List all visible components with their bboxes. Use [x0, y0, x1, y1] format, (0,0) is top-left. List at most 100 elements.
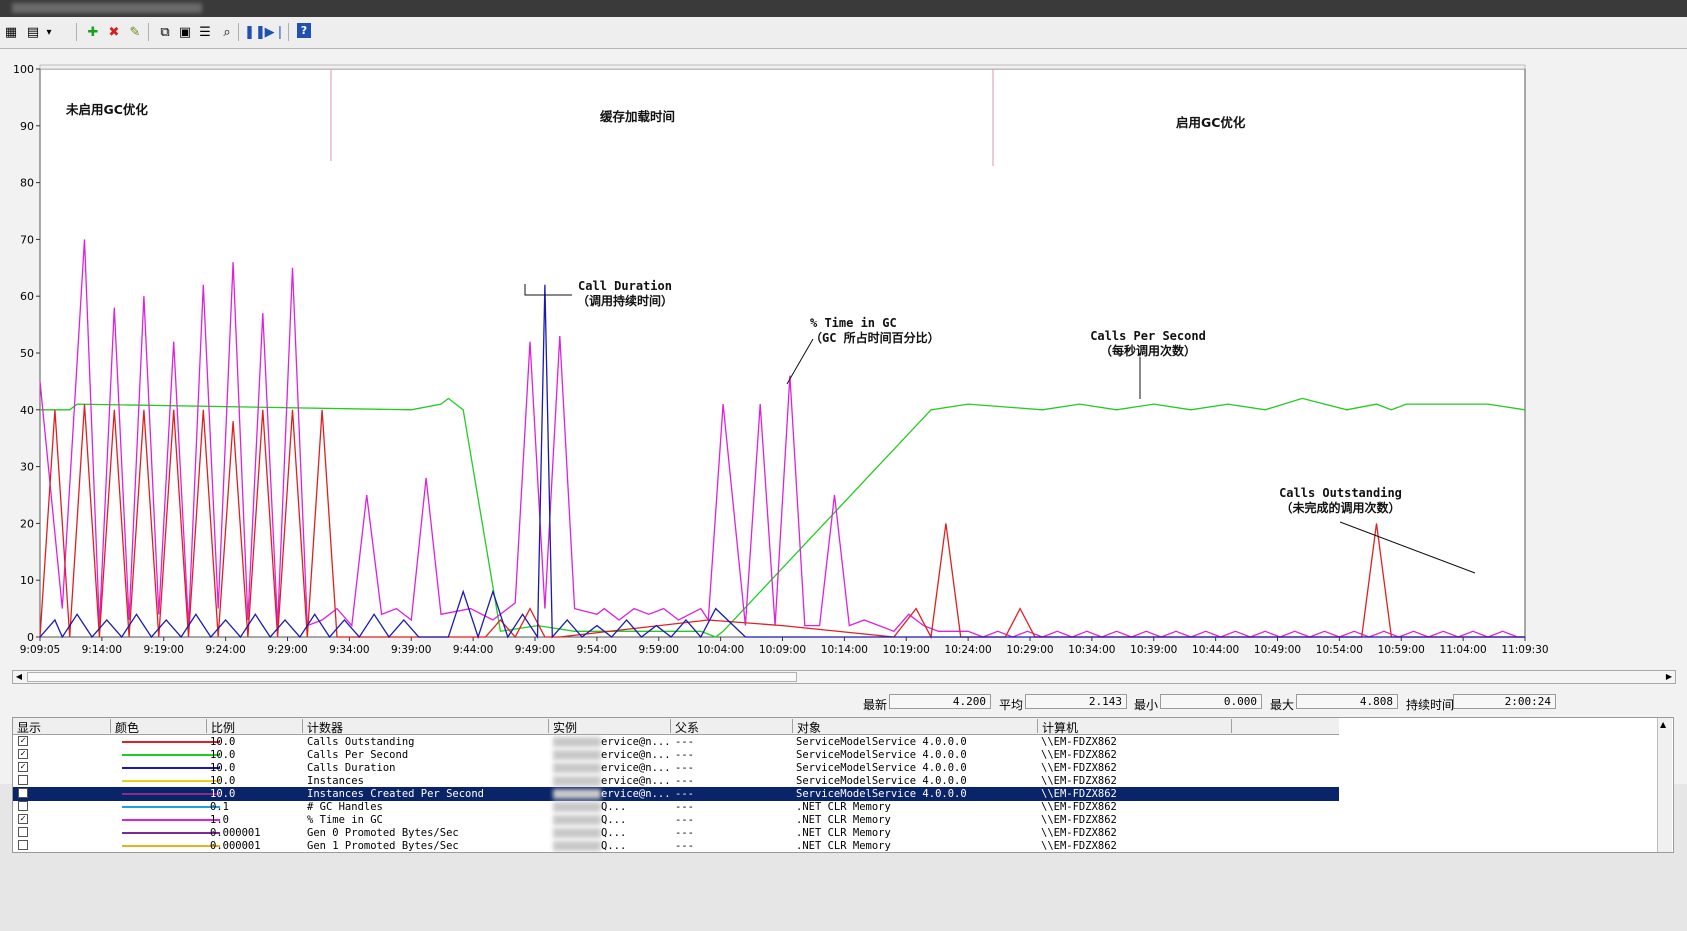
instance-name: Q...: [601, 801, 627, 813]
section-label-no-gc: 未启用GC优化: [66, 102, 148, 117]
update-data-icon[interactable]: ▶❘: [265, 23, 286, 41]
toolbar-separator: [148, 23, 149, 41]
delete-counter-icon[interactable]: ✖: [105, 23, 123, 41]
parent-value: ---: [675, 840, 694, 852]
freeze-display-icon[interactable]: ❚❚: [244, 23, 266, 41]
column-computer[interactable]: 计算机: [1038, 719, 1232, 735]
stat-latest-value: 4.200: [889, 694, 991, 709]
legend-row[interactable]: ✓ 10.0 Calls Outstanding ervice@n... --- Serv…: [13, 735, 1339, 749]
color-swatch: [122, 819, 220, 821]
instance-name: Q...: [601, 840, 627, 852]
chart-area: 100 90 80 70 60 50 40 30 20 10 0 9:09:05 9:14:00 9:19…: [0, 49, 1687, 784]
properties-icon[interactable]: ☰: [196, 23, 214, 41]
scroll-left-icon[interactable]: ◀: [14, 672, 24, 682]
column-color[interactable]: 颜色: [111, 719, 207, 735]
scroll-right-icon[interactable]: ▶: [1664, 672, 1674, 682]
legend-row[interactable]: 10.0 Instances Created Per Second ervice@n…: [13, 787, 1339, 801]
scroll-thumb[interactable]: [27, 672, 797, 682]
instance-name: ervice@n...: [601, 736, 671, 748]
parent-value: ---: [675, 788, 694, 800]
plot-top-band: [39, 64, 1526, 70]
counter-name: Gen 0 Promoted Bytes/Sec: [307, 827, 459, 839]
copy-properties-icon[interactable]: ⧉: [156, 23, 174, 41]
color-swatch: [122, 793, 220, 795]
scroll-up-icon[interactable]: ▲: [1660, 720, 1666, 729]
legend-row[interactable]: 0.000001 Gen 1 Promoted Bytes/Sec Q... ---.…: [13, 839, 1339, 852]
view-current-activity-icon[interactable]: ▦: [2, 23, 20, 41]
show-checkbox[interactable]: [18, 788, 28, 798]
legend-row[interactable]: ✓ 10.0 Calls Duration ervice@n... --- Service…: [13, 761, 1339, 775]
x-tick-label: 9:14:00: [82, 644, 122, 656]
y-tick-label: 80: [20, 177, 34, 190]
stat-avg-label: 平均: [999, 698, 1024, 712]
show-checkbox[interactable]: [18, 827, 28, 837]
object-name: ServiceModelService 4.0.0.0: [796, 788, 967, 800]
instance-name: ervice@n...: [601, 788, 671, 800]
show-checkbox[interactable]: ✓: [18, 749, 28, 759]
annotation-line: （调用持续时间）: [576, 294, 673, 308]
column-object[interactable]: 对象: [793, 719, 1038, 735]
x-tick-label: 10:29:00: [1006, 644, 1053, 656]
y-tick-label: 90: [20, 120, 34, 133]
column-parent[interactable]: 父系: [671, 719, 793, 735]
blurred-window-title: [12, 3, 202, 13]
legend-row[interactable]: 10.0 Instances ervice@n... --- ServiceModelS…: [13, 774, 1339, 788]
x-tick-label: 9:54:00: [577, 644, 617, 656]
x-tick-label: 10:59:00: [1378, 644, 1425, 656]
x-tick-label: 9:59:00: [639, 644, 679, 656]
legend-row[interactable]: ✓ 1.0 % Time in GC Q... --- .NET CLR Memory \\…: [13, 813, 1339, 827]
counter-legend-table: 显示 颜色 比例 计数器 实例 父系 对象 计算机 ✓ 10.0 Calls Out…: [12, 717, 1674, 853]
show-checkbox[interactable]: [18, 775, 28, 785]
show-checkbox[interactable]: ✓: [18, 736, 28, 746]
x-tick-label: 10:19:00: [883, 644, 930, 656]
zoom-icon[interactable]: ⌕: [218, 23, 236, 41]
legend-header: 显示 颜色 比例 计数器 实例 父系 对象 计算机: [13, 718, 1339, 735]
stat-max-label: 最大: [1270, 698, 1295, 712]
x-tick-label: 9:29:00: [267, 644, 307, 656]
stat-min-value: 0.000: [1160, 694, 1262, 709]
toolbar: ▦ ▤ ▾ ✚ ✖ ✎ ⧉ ▣ ☰ ⌕ ❚❚ ▶❘?: [0, 17, 1687, 49]
computer-name: \\EM-FDZX862: [1041, 801, 1117, 813]
annotation-line: % Time in GC: [810, 316, 897, 330]
y-tick-label: 100: [13, 63, 34, 76]
column-scale[interactable]: 比例: [207, 719, 303, 735]
legend-row[interactable]: 0.1 # GC Handles Q... --- .NET CLR Memory \\E…: [13, 800, 1339, 814]
help-icon[interactable]: ?: [297, 23, 311, 38]
performance-chart: 10090807060504030201009:09:05 9:14:00 9:19…: [13, 63, 1549, 656]
counter-name: Calls Duration: [307, 762, 396, 774]
change-graph-type-icon[interactable]: ▤: [24, 23, 42, 41]
highlight-icon[interactable]: ✎: [126, 23, 144, 41]
toolbar-separator: [76, 23, 77, 41]
section-label-cache-loading: 缓存加载时间: [600, 109, 676, 124]
plot-area: [39, 68, 1526, 638]
add-counter-icon[interactable]: ✚: [84, 23, 102, 41]
object-name: ServiceModelService 4.0.0.0: [796, 775, 967, 787]
show-checkbox[interactable]: ✓: [18, 814, 28, 824]
annotation-line: （GC 所占时间百分比）: [810, 331, 940, 345]
scale-value: 10.0: [210, 736, 236, 748]
computer-name: \\EM-FDZX862: [1041, 788, 1117, 800]
legend-row[interactable]: 0.000001 Gen 0 Promoted Bytes/Sec Q... ---.…: [13, 826, 1339, 840]
blurred-instance: [553, 750, 601, 760]
legend-vertical-scrollbar[interactable]: ▲ ▼: [1657, 718, 1672, 852]
instance-name: Q...: [601, 814, 627, 826]
column-counter[interactable]: 计数器: [303, 719, 549, 735]
y-tick-label: 60: [20, 290, 34, 303]
x-tick-label: 9:49:00: [515, 644, 555, 656]
counter-name: # GC Handles: [307, 801, 383, 813]
chart-horizontal-scrollbar[interactable]: ◀ ▶: [12, 670, 1676, 684]
object-name: .NET CLR Memory: [796, 827, 891, 839]
legend-row[interactable]: ✓ 10.0 Calls Per Second ervice@n... --- Servi…: [13, 748, 1339, 762]
show-checkbox[interactable]: [18, 840, 28, 850]
paste-counter-list-icon[interactable]: ▣: [176, 23, 194, 41]
column-instance[interactable]: 实例: [549, 719, 671, 735]
graph-type-dropdown-icon[interactable]: ▾: [44, 23, 54, 41]
counter-name: % Time in GC: [307, 814, 383, 826]
show-checkbox[interactable]: ✓: [18, 762, 28, 772]
parent-value: ---: [675, 801, 694, 813]
object-name: .NET CLR Memory: [796, 814, 891, 826]
show-checkbox[interactable]: [18, 801, 28, 811]
computer-name: \\EM-FDZX862: [1041, 736, 1117, 748]
annotation-line: （每秒调用次数）: [1099, 344, 1196, 358]
column-show[interactable]: 显示: [13, 719, 111, 735]
